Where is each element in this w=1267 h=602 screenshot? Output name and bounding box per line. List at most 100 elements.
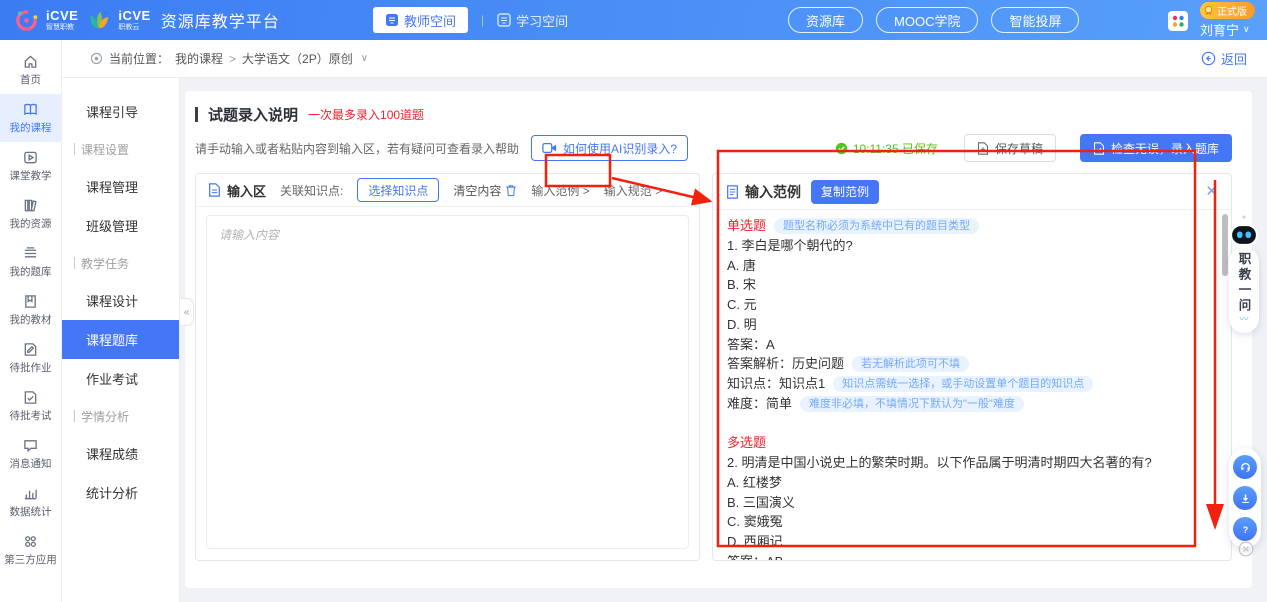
breadcrumb-chevron-icon[interactable]: ∨	[361, 53, 368, 64]
file-check-icon	[1093, 142, 1105, 155]
sample-line: B. 宋	[727, 275, 1217, 295]
input-tip: 请手动输入或者粘贴内容到输入区，若有疑问可查看录入帮助	[195, 140, 519, 157]
customer-service-button[interactable]	[1233, 455, 1257, 479]
breadcrumb-item-courses[interactable]: 我的课程	[175, 50, 223, 67]
knowledge-point-label: 关联知识点:	[280, 182, 343, 199]
menu-item-course-grades[interactable]: 课程成绩	[62, 434, 179, 473]
menu-section-label: 教学任务	[62, 245, 179, 281]
location-icon	[90, 52, 103, 65]
sidebar-item-data-statistics[interactable]: 数据统计	[0, 478, 61, 526]
sample-line: 2. 明清是中国小说史上的繁荣时期。以下作品属于明清时期四大名著的有?	[727, 453, 1217, 473]
sidebar-item-notifications[interactable]: 消息通知	[0, 430, 61, 478]
menu-item-course-question-bank[interactable]: 课程题库	[62, 320, 179, 359]
icon-sidebar: 首页我的课程课堂教学我的资源我的题库我的教材待批作业待批考试消息通知数据统计第三…	[0, 40, 62, 602]
draft-file-icon	[977, 142, 989, 155]
app-grid-icon[interactable]	[1168, 11, 1188, 31]
content-card: 试题录入说明 一次最多录入100道题 请手动输入或者粘贴内容到输入区，若有疑问可…	[185, 91, 1252, 588]
download-button[interactable]	[1233, 486, 1257, 510]
sample-line: A. 红楼梦	[727, 473, 1217, 493]
logo1-sub: 智慧职教	[46, 24, 78, 31]
page-title: 试题录入说明	[208, 104, 298, 125]
sidebar-item-my-resources[interactable]: 我的资源	[0, 190, 61, 238]
help-button[interactable]: ?	[1233, 517, 1257, 541]
breadcrumb-item-current[interactable]: 大学语文（2P）原创	[242, 50, 353, 67]
menu-item-class-management[interactable]: 班级管理	[62, 206, 179, 245]
breadcrumb: 当前位置： 我的课程 > 大学语文（2P）原创 ∨	[90, 50, 368, 67]
sidebar-item-pending-exams[interactable]: 待批考试	[0, 382, 61, 430]
floating-toolbar: ?	[1229, 448, 1261, 548]
sample-line: D. 西厢记	[727, 532, 1217, 552]
sparkle-icon: ✦	[1241, 214, 1248, 222]
ai-recognition-help-button[interactable]: 如何使用AI识别录入?	[531, 135, 688, 161]
menu-item-course-management[interactable]: 课程管理	[62, 167, 179, 206]
sample-line: 答案：A	[727, 335, 1217, 355]
my-resources-icon	[23, 198, 38, 213]
hint-badge: 知识点需统一选择，或手动设置单个题目的知识点	[833, 376, 1093, 392]
third-party-apps-icon	[23, 534, 38, 549]
learn-space-icon	[497, 13, 511, 27]
menu-item-homework-exam[interactable]: 作业考试	[62, 359, 179, 398]
learn-space-button[interactable]: 学习空间	[497, 11, 568, 30]
my-question-bank-icon	[23, 246, 38, 261]
headset-icon	[1239, 461, 1252, 474]
sample-line	[727, 414, 1217, 434]
collapse-icon: «	[184, 307, 190, 318]
header-user-area: 正式版 刘育宁 ∨	[1168, 2, 1255, 39]
download-icon	[1239, 492, 1252, 505]
save-draft-button[interactable]: 保存草稿	[964, 134, 1056, 162]
sample-line: A. 唐	[727, 256, 1217, 276]
sidebar-item-my-courses[interactable]: 我的课程	[0, 94, 61, 142]
sample-panel-header: 输入范例 复制范例 ✕	[713, 174, 1231, 210]
nav-separator: |	[481, 13, 484, 27]
autosave-status: 10:11:35 已保存	[835, 140, 938, 157]
teacher-space-button[interactable]: 教师空间	[373, 7, 468, 33]
select-knowledge-button[interactable]: 选择知识点	[357, 178, 439, 202]
menu-item-course-guide[interactable]: 课程引导	[62, 92, 179, 131]
my-courses-icon	[23, 102, 38, 117]
mooc-college-button[interactable]: MOOC学院	[876, 7, 978, 33]
wave-icon: 〰	[1239, 315, 1248, 324]
menu-item-statistical-analysis[interactable]: 统计分析	[62, 473, 179, 512]
clear-content-button[interactable]: 清空内容	[453, 182, 517, 199]
smart-cast-button[interactable]: 智能投屏	[991, 7, 1079, 33]
sidebar-item-third-party-apps[interactable]: 第三方应用	[0, 526, 61, 574]
sample-line: 1. 李白是哪个朝代的?	[727, 236, 1217, 256]
resource-library-button[interactable]: 资源库	[788, 7, 863, 33]
video-camera-icon	[542, 142, 557, 154]
close-icon[interactable]: ✕	[1205, 184, 1218, 199]
input-editor-box	[206, 215, 689, 549]
menu-collapse-handle[interactable]: «	[180, 298, 194, 326]
pending-exams-icon	[23, 390, 38, 405]
sample-line: D. 明	[727, 315, 1217, 335]
question-type-label: 单选题题型名称必须为系统中已有的题目类型	[727, 216, 1217, 236]
zhihuizhijiao-swirl-icon	[14, 8, 39, 33]
sidebar-item-my-textbooks[interactable]: 我的教材	[0, 286, 61, 334]
question-input-textarea[interactable]	[207, 216, 688, 548]
trash-icon	[505, 184, 517, 197]
menu-item-course-design[interactable]: 课程设计	[62, 281, 179, 320]
course-menu: 课程引导课程设置课程管理班级管理教学任务课程设计课程题库作业考试学情分析课程成绩…	[62, 78, 180, 602]
sample-line: 答案解析：历史问题若无解析此项可不填	[727, 354, 1217, 374]
close-circle-icon[interactable]	[1238, 541, 1254, 557]
sidebar-item-home[interactable]: 首页	[0, 46, 61, 94]
back-arrow-icon	[1201, 51, 1216, 66]
assistant-widget[interactable]: ✦ 职教一问 〰	[1225, 214, 1263, 333]
version-badge: 正式版	[1200, 2, 1255, 19]
learn-space-label: 学习空间	[516, 11, 568, 30]
medal-icon	[1203, 5, 1214, 16]
user-menu[interactable]: 刘育宁 ∨	[1200, 20, 1250, 39]
header-pill-group: 资源库 MOOC学院智能投屏	[788, 7, 1079, 33]
sidebar-item-my-question-bank[interactable]: 我的题库	[0, 238, 61, 286]
submit-to-bank-button[interactable]: 检查无误，录入题库	[1080, 134, 1232, 162]
sidebar-item-classroom-teaching[interactable]: 课堂教学	[0, 142, 61, 190]
icve-zhijiaoyun-logo: iCVE 职教云	[87, 8, 150, 32]
question-icon: ?	[1239, 523, 1252, 536]
back-button[interactable]: 返回	[1201, 49, 1247, 68]
sample-line: C. 窦娥冤	[727, 512, 1217, 532]
input-sample-link[interactable]: 输入范例 >	[531, 182, 589, 199]
input-spec-link[interactable]: 输入规范 >	[604, 182, 662, 199]
copy-sample-button[interactable]: 复制范例	[811, 180, 879, 204]
icve-zhihuizhijiao-logo: iCVE 智慧职教	[14, 8, 78, 33]
zhijiaoyun-fan-icon	[87, 8, 111, 32]
sidebar-item-pending-homework[interactable]: 待批作业	[0, 334, 61, 382]
